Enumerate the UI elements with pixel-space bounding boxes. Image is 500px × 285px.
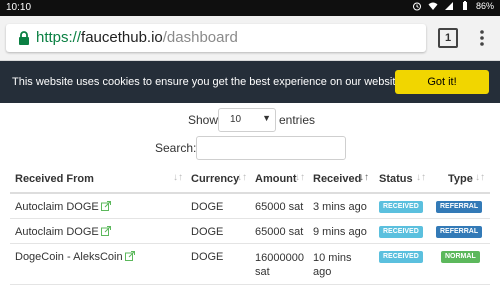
cell-currency: DOGE bbox=[191, 226, 224, 238]
table-row: Autoclaim DOGE DOGE 65000 sat 3 mins ago… bbox=[10, 194, 490, 219]
external-link-icon[interactable] bbox=[100, 226, 111, 236]
tab-switcher-button[interactable]: 1 bbox=[438, 28, 458, 48]
url-host: faucethub.io bbox=[81, 29, 163, 46]
status-time: 10:10 bbox=[6, 2, 32, 13]
received-line: 10 mins bbox=[313, 252, 352, 264]
status-icons: 86% bbox=[412, 1, 494, 11]
sort-icon[interactable]: ↓↑ bbox=[295, 172, 305, 183]
table-row: DogeCoin - AleksCoin DOGE 16000000 sat 10… bbox=[10, 244, 490, 285]
cookie-accept-button[interactable]: Got it! bbox=[395, 70, 489, 94]
sort-desc-icon[interactable]: ↓↑ bbox=[359, 172, 369, 183]
battery-icon bbox=[462, 1, 467, 10]
cell-currency: DOGE bbox=[191, 201, 224, 213]
header-currency[interactable]: Currency bbox=[191, 173, 239, 185]
type-badge: REFERRAL bbox=[436, 201, 483, 213]
cell-amount: 65000 sat bbox=[255, 226, 304, 238]
external-link-icon[interactable] bbox=[100, 201, 111, 211]
cell-received-from: Autoclaim DOGE bbox=[15, 201, 111, 213]
header-amount[interactable]: Amount bbox=[255, 173, 297, 185]
sort-icon[interactable]: ↓↑ bbox=[416, 172, 426, 183]
alarm-icon bbox=[412, 2, 421, 11]
table-search-control: Search: bbox=[0, 136, 500, 160]
amount-line: 16000000 bbox=[255, 252, 304, 264]
chevron-down-icon: ▼ bbox=[262, 113, 271, 123]
header-received[interactable]: Received bbox=[313, 173, 361, 185]
header-status[interactable]: Status bbox=[379, 173, 413, 185]
cell-amount: 16000000 sat bbox=[255, 251, 304, 279]
cell-received: 10 mins ago bbox=[313, 251, 352, 279]
android-status-bar: 10:10 86% bbox=[0, 0, 500, 16]
source-link[interactable]: Autoclaim DOGE bbox=[15, 201, 99, 213]
search-label: Search: bbox=[155, 141, 197, 155]
status-badge: RECEIVED bbox=[379, 251, 423, 263]
address-bar[interactable]: https://faucethub.io/dashboard bbox=[6, 24, 426, 52]
url-path: /dashboard bbox=[162, 29, 238, 46]
signal-icon bbox=[444, 2, 453, 10]
table-row: Autoclaim DOGE DOGE 65000 sat 9 mins ago… bbox=[10, 219, 490, 244]
type-badge: REFERRAL bbox=[436, 226, 483, 238]
cell-received: 3 mins ago bbox=[313, 201, 367, 213]
status-badge: RECEIVED bbox=[379, 201, 423, 213]
header-received-from[interactable]: Received From bbox=[15, 173, 94, 185]
external-link-icon[interactable] bbox=[124, 251, 135, 261]
cell-currency: DOGE bbox=[191, 251, 224, 263]
entries-select[interactable]: 10 ▼ bbox=[218, 108, 276, 132]
sort-icon[interactable]: ↓↑ bbox=[173, 172, 183, 183]
status-badge: RECEIVED bbox=[379, 226, 423, 238]
wifi-icon bbox=[428, 2, 438, 10]
entries-length-control: Show 10 ▼ entries bbox=[0, 108, 500, 132]
cookie-banner: This website uses cookies to ensure you … bbox=[0, 61, 500, 103]
header-type[interactable]: Type bbox=[448, 173, 473, 185]
url-text: https://faucethub.io/dashboard bbox=[36, 29, 238, 46]
cell-amount: 65000 sat bbox=[255, 201, 304, 213]
url-scheme: https:// bbox=[36, 29, 82, 46]
source-link[interactable]: Autoclaim DOGE bbox=[15, 226, 99, 238]
lock-icon bbox=[19, 31, 29, 45]
transactions-table: Received From ↓↑ Currency ↓↑ Amount ↓↑ R… bbox=[10, 168, 490, 285]
search-input[interactable] bbox=[196, 136, 346, 160]
browser-toolbar: https://faucethub.io/dashboard 1 bbox=[0, 16, 500, 61]
type-badge: NORMAL bbox=[441, 251, 480, 263]
sort-icon[interactable]: ↓↑ bbox=[237, 172, 247, 183]
entries-label: entries bbox=[279, 113, 316, 127]
show-label: Show bbox=[188, 113, 219, 127]
cell-received-from: Autoclaim DOGE bbox=[15, 226, 111, 238]
battery-percent: 86% bbox=[475, 1, 494, 11]
cell-received: 9 mins ago bbox=[313, 226, 367, 238]
source-link[interactable]: DogeCoin - AleksCoin bbox=[15, 251, 123, 263]
table-header-row: Received From ↓↑ Currency ↓↑ Amount ↓↑ R… bbox=[10, 168, 490, 194]
cookie-message: This website uses cookies to ensure you … bbox=[12, 76, 402, 88]
entries-select-value: 10 bbox=[230, 114, 242, 125]
overflow-menu-icon[interactable] bbox=[477, 28, 487, 48]
sort-icon[interactable]: ↓↑ bbox=[475, 172, 485, 183]
amount-unit: sat bbox=[255, 266, 270, 278]
received-line: ago bbox=[313, 266, 332, 278]
cell-received-from: DogeCoin - AleksCoin bbox=[15, 251, 135, 263]
